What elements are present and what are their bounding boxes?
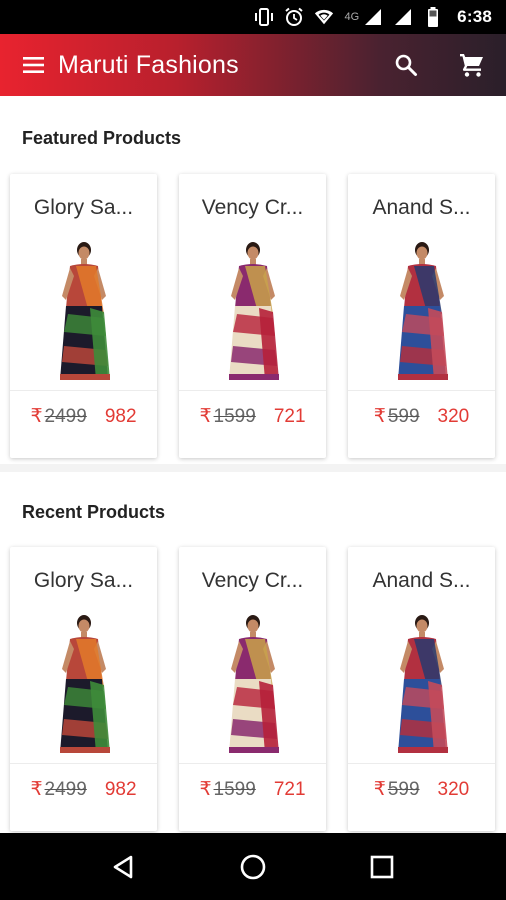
product-name: Glory Sa... (33, 196, 134, 219)
app-title: Maruti Fashions (58, 50, 239, 79)
back-icon (114, 855, 133, 878)
price-row: ₹1599 721 (179, 778, 326, 801)
rupee-icon: ₹ (199, 406, 212, 427)
product-image (362, 236, 482, 386)
original-price-value: 2499 (44, 779, 87, 800)
battery-icon (423, 7, 443, 27)
rupee-icon: ₹ (30, 779, 43, 800)
card-divider (179, 763, 326, 764)
home-button[interactable] (228, 842, 278, 892)
product-name: Glory Sa... (33, 569, 134, 592)
product-name: Anand S... (372, 569, 471, 592)
search-icon (395, 54, 417, 76)
home-icon (240, 854, 266, 879)
sale-price: 721 (273, 779, 306, 800)
price-row: ₹599 320 (348, 778, 495, 801)
original-price-value: 1599 (213, 779, 256, 800)
product-card[interactable]: Vency Cr... ₹1599 721 (179, 547, 326, 831)
original-price-value: 1599 (213, 406, 256, 427)
product-card[interactable]: Vency Cr... ₹1599 721 (179, 174, 326, 458)
navigation-bar (0, 833, 506, 900)
signal-icon (393, 7, 413, 27)
recent-products-title: Recent Products (22, 502, 166, 522)
status-icons: 4G (254, 7, 443, 27)
price-row: ₹599 320 (348, 405, 495, 428)
original-price: ₹1599 (199, 778, 255, 801)
card-divider (10, 763, 157, 764)
card-divider (10, 390, 157, 391)
sale-price: 320 (437, 779, 470, 800)
signal-icon (363, 7, 383, 27)
rupee-icon: ₹ (199, 779, 212, 800)
cart-button[interactable] (450, 43, 494, 87)
original-price-value: 599 (387, 779, 420, 800)
content-area[interactable]: Featured Products Glory Sa... ₹2499 982 … (0, 96, 506, 833)
sale-price: 982 (104, 406, 137, 427)
cart-icon (460, 54, 483, 77)
card-divider (348, 763, 495, 764)
original-price: ₹599 (374, 405, 420, 428)
search-button[interactable] (384, 43, 428, 87)
recents-button[interactable] (357, 842, 407, 892)
product-image (362, 609, 482, 759)
alarm-icon (284, 7, 304, 27)
product-image (193, 236, 313, 386)
product-card[interactable]: Glory Sa... ₹2499 982 (10, 174, 157, 458)
menu-icon (23, 57, 44, 73)
product-name: Vency Cr... (201, 196, 304, 219)
original-price-value: 2499 (44, 406, 87, 427)
clock: 6:38 (457, 7, 492, 26)
product-name: Anand S... (372, 196, 471, 219)
product-image (24, 609, 144, 759)
sale-price: 982 (104, 779, 137, 800)
price-row: ₹2499 982 (10, 405, 157, 428)
original-price: ₹599 (374, 778, 420, 801)
network-type: 4G (344, 11, 360, 23)
app-screen: 4G 6:38 Maruti Fashions Featured Product… (0, 0, 506, 900)
vibrate-icon (254, 7, 274, 27)
card-divider (348, 390, 495, 391)
product-name: Vency Cr... (201, 569, 304, 592)
wifi-icon (314, 7, 334, 27)
original-price-value: 599 (387, 406, 420, 427)
original-price: ₹1599 (199, 405, 255, 428)
sale-price: 320 (437, 406, 470, 427)
price-row: ₹1599 721 (179, 405, 326, 428)
menu-button[interactable] (12, 43, 56, 87)
product-image (193, 609, 313, 759)
back-button[interactable] (99, 842, 149, 892)
status-bar: 4G 6:38 (0, 0, 506, 34)
product-card[interactable]: Glory Sa... ₹2499 982 (10, 547, 157, 831)
original-price: ₹2499 (30, 405, 86, 428)
original-price: ₹2499 (30, 778, 86, 801)
product-card[interactable]: Anand S... ₹599 320 (348, 174, 495, 458)
section-divider (0, 464, 506, 472)
rupee-icon: ₹ (373, 406, 386, 427)
product-image (24, 236, 144, 386)
product-card[interactable]: Anand S... ₹599 320 (348, 547, 495, 831)
recents-icon (370, 855, 393, 878)
recent-products-row: Glory Sa... ₹2499 982 Vency Cr... ₹ 1599… (10, 547, 496, 832)
rupee-icon: ₹ (30, 406, 43, 427)
sale-price: 721 (273, 406, 306, 427)
card-divider (179, 390, 326, 391)
app-bar: Maruti Fashions (0, 34, 506, 96)
rupee-icon: ₹ (373, 779, 386, 800)
featured-products-title: Featured Products (22, 128, 182, 148)
price-row: ₹2499 982 (10, 778, 157, 801)
featured-products-row: Glory Sa... ₹2499 982 Vency Cr... ₹ 1599… (10, 174, 496, 459)
